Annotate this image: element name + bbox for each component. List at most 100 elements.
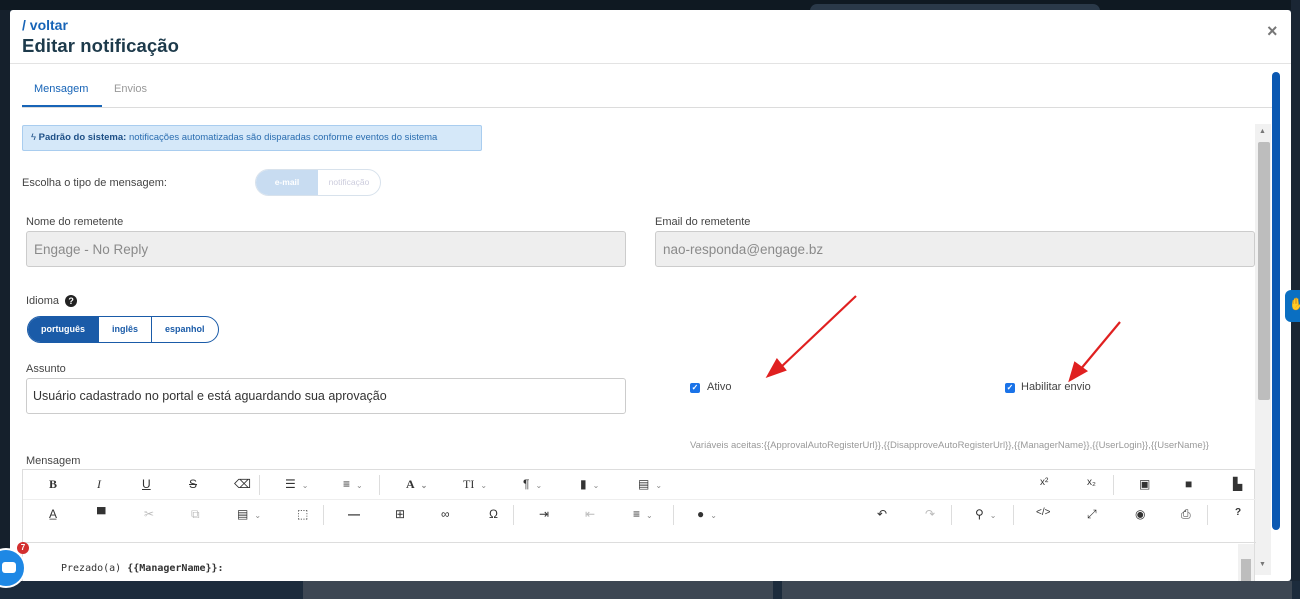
subscript-icon[interactable]: x₂ (1087, 477, 1096, 488)
enable-sending-checkbox[interactable]: ✓ (1005, 383, 1015, 393)
backdrop-top (0, 0, 1300, 18)
system-default-alert: ϟ Padrão do sistema: notificações automa… (22, 125, 482, 151)
superscript-icon[interactable]: x² (1040, 477, 1048, 488)
table-style-icon[interactable]: ▤ ⌄ (638, 477, 662, 491)
accessibility-widget[interactable]: ✋ (1285, 290, 1300, 322)
rich-text-editor: B I U S ⌫ ☰ ⌄ ≡ ⌄ A ⌄ TI ⌄ ¶ ⌄ ▮ ⌄ ▤ ⌄ x² x₂ ▣ … (22, 469, 1256, 581)
editor-scroll-thumb[interactable] (1241, 559, 1251, 581)
italic-icon[interactable]: I (97, 477, 101, 492)
accepted-variables-text: Variáveis aceitas:{{ApprovalAutoRegister… (690, 440, 1209, 451)
horizontal-rule-icon[interactable]: — (348, 507, 360, 521)
link-icon[interactable]: ∞ (441, 507, 450, 521)
indent-icon[interactable]: ⇥ (539, 507, 549, 521)
toolbar-separator (379, 475, 380, 495)
enable-sending-checkbox-label[interactable]: Habilitar envio (1021, 381, 1091, 393)
header-divider (10, 63, 1291, 64)
print-icon[interactable]: ⎙ (1181, 507, 1191, 522)
backdrop-bottom (0, 581, 1300, 599)
annotation-arrow (1079, 321, 1121, 371)
help-icon[interactable]: ? (65, 295, 78, 308)
sender-name-field[interactable]: Engage - No Reply (26, 231, 626, 267)
type-option-email[interactable]: e-mail (256, 170, 318, 195)
alert-text: notificações automatizadas são disparada… (126, 132, 438, 143)
back-link[interactable]: / voltar (22, 17, 68, 33)
edit-notification-modal: / voltar Editar notificação × Mensagem E… (10, 10, 1291, 581)
toolbar-separator (1113, 475, 1114, 495)
language-label: Idioma ? (26, 295, 78, 308)
image-icon[interactable]: ▣ (1139, 477, 1150, 491)
sender-email-field[interactable]: nao-responda@engage.bz (655, 231, 1255, 267)
language-option-spanish[interactable]: espanhol (151, 317, 218, 342)
bullet-list-icon[interactable]: ☰ ⌄ (285, 477, 308, 491)
backdrop-card (303, 581, 773, 599)
hand-icon: ✋ (1289, 297, 1300, 311)
outdent-icon[interactable]: ⇤ (585, 507, 595, 521)
annotation-arrow (779, 295, 857, 369)
toolbar-separator (951, 505, 952, 525)
preview-icon[interactable]: ◉ (1135, 507, 1145, 521)
subject-label: Assunto (26, 363, 66, 375)
redo-icon[interactable]: ↷ (925, 507, 935, 521)
color-drop-icon[interactable]: ● ⌄ (697, 507, 717, 521)
editor-text-prefix: Prezado(a) (61, 563, 128, 574)
bold-icon[interactable]: B (49, 477, 57, 492)
language-selector: português inglês espanhol (27, 316, 219, 343)
modal-scrollbar[interactable] (1272, 72, 1280, 530)
paragraph-icon[interactable]: ¶ ⌄ (523, 477, 542, 491)
font-size-icon[interactable]: TI ⌄ (463, 477, 487, 492)
content-scrollbar[interactable]: ▲ ▼ (1255, 124, 1271, 575)
toolbar-separator (1207, 505, 1208, 525)
align-icon[interactable]: ≡ ⌄ (633, 507, 653, 521)
message-type-toggle: e-mail notificação (255, 169, 381, 196)
editor-text[interactable]: Prezado(a) {{ManagerName}}: (61, 563, 224, 574)
strikethrough-icon[interactable]: S (189, 477, 197, 491)
copy-icon[interactable]: ⧉ (191, 507, 200, 522)
undo-icon[interactable]: ↶ (877, 507, 887, 521)
editor-content[interactable]: Prezado(a) {{ManagerName}}: (23, 542, 1256, 581)
paste-icon[interactable]: ▤ ⌄ (237, 507, 261, 521)
help-icon[interactable]: ? (1235, 507, 1241, 518)
bolt-icon: ϟ (31, 132, 37, 143)
tab-bar: Mensagem Envios (22, 74, 1272, 108)
video-icon[interactable]: ■ (1185, 477, 1192, 491)
alert-title: Padrão do sistema: (38, 132, 127, 143)
file-icon[interactable]: ▙ (1233, 477, 1242, 491)
page-title: Editar notificação (22, 35, 180, 56)
active-checkbox-label[interactable]: Ativo (707, 381, 731, 393)
tab-mensagem[interactable]: Mensagem (34, 83, 88, 95)
type-option-notification[interactable]: notificação (318, 170, 380, 195)
style-icon[interactable]: ▮ ⌄ (580, 477, 599, 491)
numbered-list-icon[interactable]: ≡ ⌄ (343, 477, 363, 491)
active-checkbox[interactable]: ✓ (690, 383, 700, 393)
editor-scrollbar[interactable] (1238, 544, 1254, 581)
find-replace-icon[interactable]: ⚲ ⌄ (975, 507, 997, 521)
language-option-portuguese[interactable]: português (28, 317, 98, 342)
tab-envios[interactable]: Envios (114, 83, 147, 95)
toolbar-separator (323, 505, 324, 525)
annotation-arrows (765, 295, 1121, 383)
fullscreen-icon[interactable]: ⤢ (1087, 507, 1097, 522)
spellcheck-icon[interactable]: A̲ (49, 507, 57, 521)
scroll-up-icon[interactable]: ▲ (1259, 128, 1266, 135)
scroll-thumb[interactable] (1258, 142, 1270, 400)
eraser-icon[interactable]: ⌫ (234, 477, 251, 491)
chat-unread-badge: 7 (17, 542, 29, 554)
close-icon[interactable]: × (1267, 21, 1278, 42)
editor-toolbar-row-2: A̲ ▀ ✂ ⧉ ▤ ⌄ ⬚ — ⊞ ∞ Ω ⇥ ⇤ ≡ ⌄ ● ⌄ ↶ ↷ ⚲ ⌄ <… (23, 500, 1256, 530)
cut-icon[interactable]: ✂ (144, 507, 154, 521)
font-icon[interactable]: A ⌄ (406, 477, 427, 492)
special-char-icon[interactable]: Ω (489, 507, 498, 521)
toolbar-separator (1013, 505, 1014, 525)
format-painter-icon[interactable]: ▀ (97, 507, 106, 521)
select-all-icon[interactable]: ⬚ (297, 507, 308, 521)
annotation-arrowhead (765, 358, 787, 379)
sender-name-label: Nome do remetente (26, 216, 124, 228)
subject-input[interactable]: Usuário cadastrado no portal e está agua… (26, 378, 626, 414)
underline-icon[interactable]: U (142, 477, 151, 491)
insert-table-icon[interactable]: ⊞ (395, 507, 405, 521)
code-view-icon[interactable]: </> (1036, 507, 1050, 518)
sender-email-label: Email do remetente (655, 216, 751, 228)
scroll-down-icon[interactable]: ▼ (1259, 561, 1266, 568)
editor-toolbar-row-1: B I U S ⌫ ☰ ⌄ ≡ ⌄ A ⌄ TI ⌄ ¶ ⌄ ▮ ⌄ ▤ ⌄ x² x₂ ▣ … (23, 470, 1256, 500)
language-option-english[interactable]: inglês (98, 317, 151, 342)
